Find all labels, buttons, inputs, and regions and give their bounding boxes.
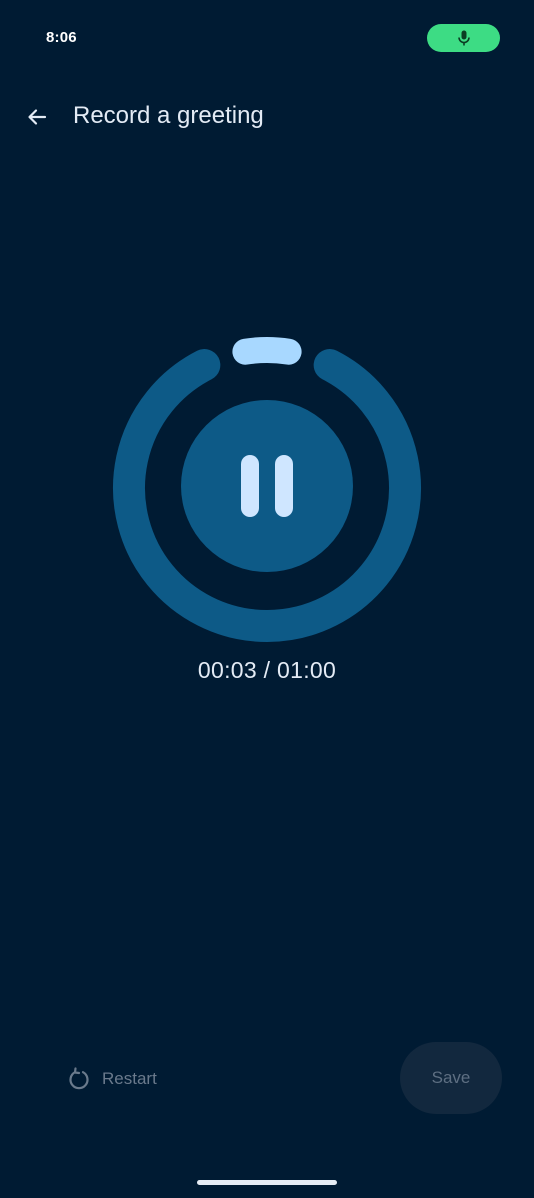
mic-in-use-indicator[interactable] [427, 24, 500, 52]
page-title: Record a greeting [73, 102, 264, 129]
recording-timer: 00:03 / 01:00 [0, 657, 534, 684]
pause-button[interactable] [181, 400, 353, 572]
total-time: 01:00 [277, 657, 337, 683]
pause-icon [233, 455, 301, 517]
mic-icon [457, 30, 470, 46]
elapsed-time: 00:03 [197, 657, 257, 683]
restart-icon [69, 1067, 89, 1090]
home-indicator[interactable] [197, 1180, 337, 1185]
status-time: 8:06 [46, 29, 77, 46]
progress-indicator [232, 337, 302, 365]
app-bar: Record a greeting [0, 88, 534, 148]
status-bar: 8:06 [0, 0, 534, 76]
time-separator: / [256, 657, 278, 683]
save-button[interactable]: Save [400, 1042, 502, 1114]
restart-label: Restart [102, 1069, 157, 1088]
arrow-back-icon [28, 109, 47, 125]
restart-button[interactable]: Restart [56, 1056, 167, 1102]
back-button[interactable] [14, 94, 60, 140]
